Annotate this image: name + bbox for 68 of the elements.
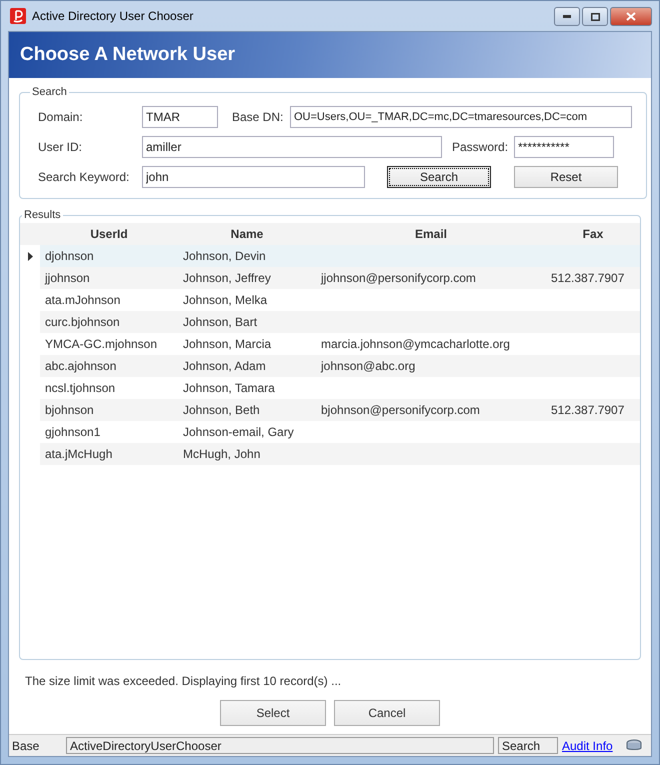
table-row[interactable]: ata.jMcHugh McHugh, John <box>20 443 640 465</box>
table-cell-text: Johnson-email, Gary <box>182 425 295 439</box>
status-label: Base <box>12 738 40 752</box>
table-cell-text: jjohnson@personifycorp.com <box>320 271 477 285</box>
status-message: The size limit was exceeded. Displaying first 10 record(s) ... <box>25 674 342 688</box>
column-header[interactable]: Email <box>316 227 546 241</box>
field-label: Search Keyword: <box>38 170 130 184</box>
table-cell-text: marcia.johnson@ymcacharlotte.org <box>320 337 511 351</box>
user-id-field[interactable]: amiller <box>142 136 442 158</box>
table-cell-text: Johnson, Tamara <box>182 381 276 395</box>
table-cell-text: Johnson, Adam <box>182 359 267 373</box>
column-header[interactable]: Name <box>178 227 316 241</box>
keyword-field[interactable]: john <box>142 166 365 188</box>
table-cell-text: McHugh, John <box>182 447 262 461</box>
table-cell-text: YMCA-GC.mjohnson <box>44 337 158 351</box>
password-field[interactable]: *********** <box>514 136 614 158</box>
maximize-icon <box>590 12 600 20</box>
table-cell-text: jjohnson <box>44 271 91 285</box>
group-label: Search <box>31 86 68 98</box>
table-cell-text: bjohnson <box>44 403 95 417</box>
app-logo-icon <box>10 8 26 24</box>
search-button[interactable]: Search <box>387 166 491 188</box>
select-button[interactable]: Select <box>220 700 326 726</box>
table-cell-text: Johnson, Bart <box>182 315 258 329</box>
table-cell-text: abc.ajohnson <box>44 359 118 373</box>
minimize-button[interactable] <box>554 7 580 26</box>
cancel-button[interactable]: Cancel <box>334 700 440 726</box>
table-row[interactable]: bjohnson Johnson, Beth bjohnson@personifycorp.com 512.387.7907 <box>20 399 640 421</box>
status-pane: ActiveDirectoryUserChooser <box>66 737 494 754</box>
field-label: User ID: <box>38 140 84 154</box>
column-header[interactable]: UserId <box>40 227 178 241</box>
window-title: Active Directory User Chooser <box>32 9 194 23</box>
domain-field[interactable]: TMAR <box>142 106 218 128</box>
table-row[interactable]: abc.ajohnson Johnson, Adam johnson@abc.org <box>20 355 640 377</box>
table-cell-text: 512.387.7907 <box>550 271 626 285</box>
base-dn-field[interactable]: OU=Users,OU=_TMAR,DC=mc,DC=tmaresources,DC=com <box>290 106 632 128</box>
table-cell-text: 512.387.7907 <box>550 403 626 417</box>
status-pane: Search <box>498 737 558 754</box>
table-cell-text: djohnson <box>44 249 95 263</box>
database-icon <box>624 738 643 752</box>
table-cell-text: ata.mJohnson <box>44 293 122 307</box>
table-cell-text: Johnson, Beth <box>182 403 261 417</box>
table-cell-text: curc.bjohnson <box>44 315 121 329</box>
close-icon <box>626 12 636 21</box>
reset-button[interactable]: Reset <box>514 166 618 188</box>
table-cell-text: ata.jMcHugh <box>44 447 114 461</box>
header-title: Choose A Network User <box>20 44 236 66</box>
table-row[interactable]: jjohnson Johnson, Jeffrey jjohnson@personifycorp.com 512.387.7907 <box>20 267 640 289</box>
close-button[interactable] <box>610 7 652 26</box>
table-cell-text: johnson@abc.org <box>320 359 416 373</box>
field-label: Domain: <box>38 110 84 124</box>
row-pointer-icon <box>28 252 32 260</box>
minimize-icon <box>563 15 571 18</box>
table-cell-text: Johnson, Devin <box>182 249 267 263</box>
table-cell-text: Johnson, Marcia <box>182 337 272 351</box>
table-cell-text: Johnson, Jeffrey <box>182 271 272 285</box>
column-header[interactable]: Fax <box>546 227 640 241</box>
field-label: Password: <box>452 140 510 154</box>
table-row[interactable]: djohnson Johnson, Devin <box>20 245 640 267</box>
maximize-button[interactable] <box>582 7 608 26</box>
group-label: Results <box>23 209 62 221</box>
table-row[interactable]: curc.bjohnson Johnson, Bart <box>20 311 640 333</box>
table-cell-text: Johnson, Melka <box>182 293 268 307</box>
table-cell-text: ncsl.tjohnson <box>44 381 116 395</box>
field-label: Base DN: <box>232 110 284 124</box>
table-cell-text: bjohnson@personifycorp.com <box>320 403 481 417</box>
audit-info-link[interactable]: Audit Info <box>562 738 613 752</box>
table-cell-text: gjohnson1 <box>44 425 102 439</box>
